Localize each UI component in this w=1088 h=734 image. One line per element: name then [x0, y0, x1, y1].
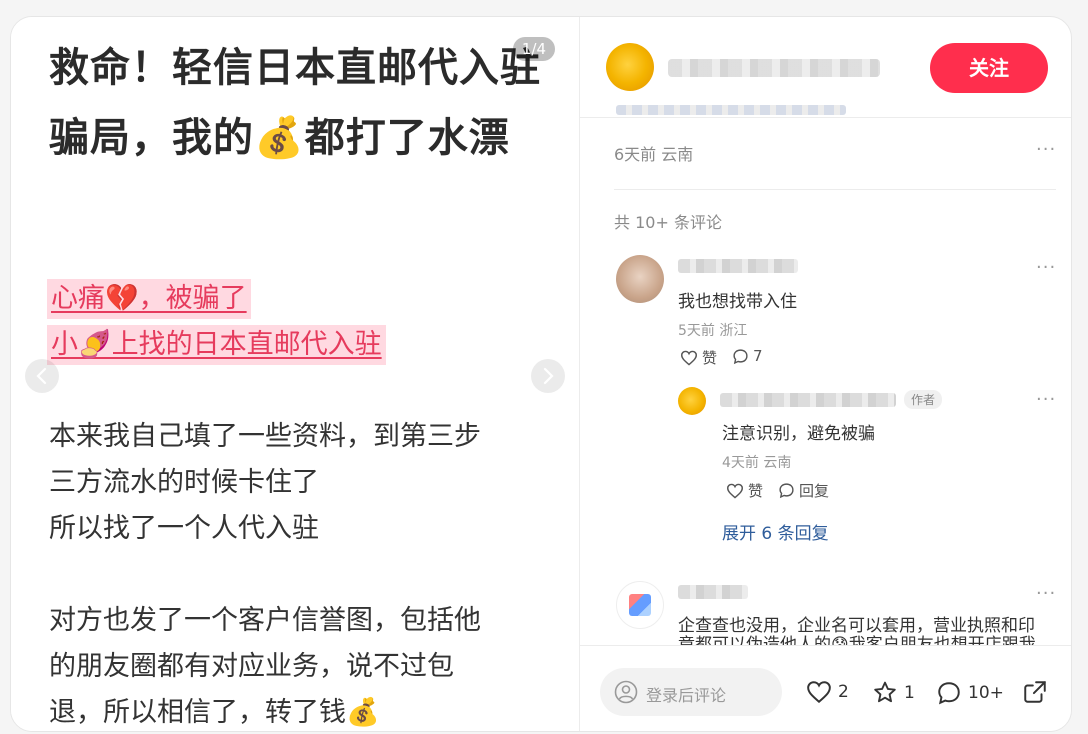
heart-icon: [807, 681, 831, 704]
heart-icon: [726, 483, 744, 499]
comment-icon: [779, 483, 794, 499]
chevron-left-icon: [36, 367, 47, 385]
body-line: 的朋友圈都有对应业务，说不过包: [49, 651, 454, 682]
reply-text: 注意识别，避免被骗: [722, 424, 875, 444]
reply-like-button[interactable]: 赞: [726, 480, 763, 501]
next-image-button[interactable]: [531, 359, 565, 393]
comment-text: 企查查也没用，企业名可以套用，营业执照和印: [678, 616, 1035, 636]
post-image-panel: 救命！轻信日本直邮代入驻骗局，我的💰都打了水漂 1/4 心痛💔，被骗了 小🍠上找…: [11, 17, 579, 731]
comment-more-button[interactable]: ···: [1036, 257, 1056, 278]
reply-more-button[interactable]: ···: [1036, 389, 1056, 410]
commenter-avatar[interactable]: [616, 581, 664, 629]
reply-reply-label: 回复: [799, 482, 830, 500]
body-line: 所以找了一个人代入驻: [49, 513, 319, 544]
share-button[interactable]: [1022, 679, 1048, 705]
header-divider: [580, 117, 1071, 118]
comment-total: 10+: [968, 683, 1004, 703]
author-badge: 作者: [904, 390, 943, 409]
comments-panel: 关注 6天前 云南 ··· 共 10+ 条评论 ··· 我也想找带入住 5天前 …: [580, 17, 1071, 731]
section-divider: [614, 189, 1056, 190]
comment-like-button[interactable]: 赞: [680, 347, 717, 368]
comment-icon: [938, 682, 960, 705]
comment-text: 我也想找带入住: [678, 292, 797, 312]
reply-reply-button[interactable]: 回复: [778, 480, 829, 501]
heart-icon: [680, 350, 698, 366]
reply-author-name-blurred[interactable]: [720, 393, 896, 407]
comment-more-button[interactable]: ···: [1036, 583, 1056, 604]
highlight-line-1: 心痛💔，被骗了: [47, 279, 251, 319]
author-name-blurred[interactable]: [668, 59, 880, 77]
comment-footer-bar: 登录后评论 2 1 10+: [580, 645, 1071, 731]
comment-count: 共 10+ 条评论: [614, 213, 722, 232]
note-detail-card: 救命！轻信日本直邮代入驻骗局，我的💰都打了水漂 1/4 心痛💔，被骗了 小🍠上找…: [10, 16, 1072, 732]
highlight-line-2: 小🍠上找的日本直邮代入驻: [47, 325, 386, 365]
comment-button[interactable]: 10+: [936, 680, 1004, 706]
author-avatar[interactable]: [606, 43, 654, 91]
chevron-right-icon: [543, 367, 554, 385]
comment-like-label: 赞: [702, 349, 718, 367]
star-icon: [874, 681, 896, 703]
post-title: 救命！轻信日本直邮代入驻骗局，我的💰都打了水漂: [49, 45, 541, 161]
post-text-cutoff: [616, 105, 846, 115]
body-line: 本来我自己填了一些资料，到第三步: [49, 421, 481, 452]
comment-meta: 5天前 浙江: [678, 323, 748, 339]
share-icon: [1024, 681, 1046, 703]
user-icon: [614, 680, 638, 704]
prev-image-button[interactable]: [25, 359, 59, 393]
body-line: 对方也发了一个客户信誉图，包括他: [49, 605, 481, 636]
like-count: 2: [838, 682, 849, 702]
collect-count: 1: [904, 682, 915, 703]
like-button[interactable]: 2: [806, 680, 849, 704]
reply-author-avatar[interactable]: [678, 387, 706, 415]
commenter-avatar[interactable]: [616, 255, 664, 303]
body-line: 三方流水的时候卡住了: [49, 467, 319, 498]
post-more-button[interactable]: ···: [1036, 139, 1056, 160]
comment-input[interactable]: 登录后评论: [600, 668, 782, 716]
comment-reply-count: 7: [753, 347, 763, 365]
post-time-location: 6天前 云南: [614, 145, 694, 164]
expand-replies-link[interactable]: 展开 6 条回复: [722, 519, 829, 544]
follow-button[interactable]: 关注: [930, 43, 1048, 93]
reply-meta: 4天前 云南: [722, 455, 792, 471]
comment-text-cutoff: 章都可以伪造他人的😰我客户朋友也想开店跟我: [678, 635, 1036, 645]
comment-reply-button[interactable]: 7: [732, 347, 763, 365]
comment-placeholder: 登录后评论: [646, 686, 727, 705]
body-line: 退，所以相信了，转了钱💰: [49, 697, 380, 728]
collect-button[interactable]: 1: [872, 680, 915, 705]
reply-like-label: 赞: [748, 482, 764, 500]
commenter-name-blurred[interactable]: [678, 259, 798, 273]
comment-icon: [733, 348, 748, 364]
page-indicator: 1/4: [512, 37, 555, 61]
commenter-name-blurred[interactable]: [678, 585, 748, 599]
